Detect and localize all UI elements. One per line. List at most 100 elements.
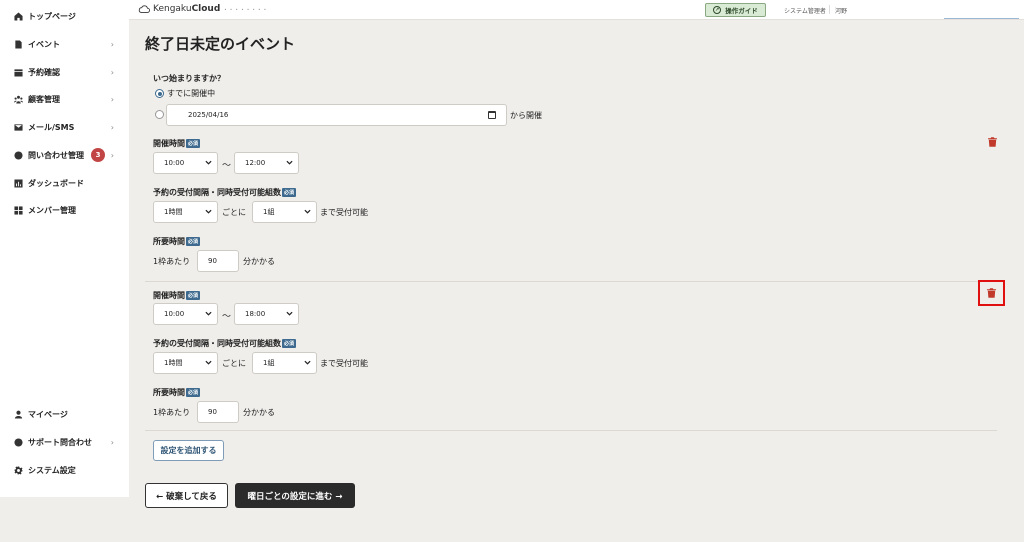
delete-block-button[interactable] [986,136,998,148]
start-question: いつ始まりますか？ [153,74,225,83]
required-badge: 必須 [282,188,297,197]
sidebar-item-event[interactable]: イベント › [14,37,122,51]
interval-select[interactable]: 1時間 [153,201,218,223]
end-time-select[interactable]: 12:00 [234,152,299,174]
start-time-select[interactable]: 10:00 [153,152,218,174]
notification-badge: 3 [91,148,105,162]
gear-icon [14,465,23,475]
hours-label: 開催時間 必須 [153,139,201,148]
chevron-down-icon [286,159,293,166]
range-tilde: 〜 [222,312,232,322]
sidebar-item-dashboard[interactable]: ダッシュボード [14,176,122,190]
home-icon [14,11,23,21]
sidebar-item-support[interactable]: サポート問合わせ › [14,435,122,449]
chevron-down-icon [304,208,311,215]
chevron-down-icon [286,310,293,317]
chat-icon [14,150,23,160]
required-badge: 必須 [186,139,201,148]
calendar-icon[interactable] [488,111,496,119]
chevron-right-icon: › [110,39,114,49]
block-divider [145,281,997,282]
sidebar-item-customers[interactable]: 顧客管理 › [14,92,122,106]
sidebar-item-label: トップページ [28,11,76,21]
document-icon [14,39,23,49]
top-header: Kengaku Cloud • • • • • • • • ↗ 操作ガイド システ… [129,0,1024,20]
chevron-right-icon: › [110,437,114,447]
until-label: まで受付可能 [320,208,368,217]
block-divider [145,430,997,431]
calendar-icon [14,68,23,77]
per-label: ごとに [222,359,246,368]
operation-guide-button[interactable]: ↗ 操作ガイド [705,3,766,17]
sidebar-item-mypage[interactable]: マイページ [14,407,122,421]
groups-value: 1組 [263,359,275,367]
sidebar-item-label: ダッシュボード [28,178,84,188]
chevron-down-icon [205,159,212,166]
duration-value: 90 [208,408,217,416]
start-time-value: 10:00 [164,159,185,167]
per-slot-label: 1枠あたり [153,408,191,417]
chart-icon [14,178,23,188]
sidebar-item-inquiry[interactable]: 問い合わせ管理 3 › [14,148,122,162]
interval-value: 1時間 [164,359,183,367]
compass-icon: ↗ [713,6,722,14]
sidebar-item-members[interactable]: メンバー管理 [14,203,122,217]
required-badge: 必須 [186,291,201,300]
chevron-right-icon: › [110,67,114,77]
highlight-box [978,280,1005,306]
range-tilde: 〜 [222,161,232,171]
discard-back-button[interactable]: ← 破棄して戻る [145,483,228,508]
delete-block-button[interactable] [986,287,998,299]
radio-already-open-label: すでに開催中 [167,89,216,98]
app-logo[interactable]: Kengaku Cloud • • • • • • • • [138,4,267,14]
sidebar-item-mail[interactable]: メール/SMS › [14,120,122,134]
chevron-down-icon [205,359,212,366]
chevron-right-icon: › [110,94,114,104]
chevron-down-icon [205,310,212,317]
sidebar-item-label: マイページ [28,409,68,419]
radio-start-date[interactable] [155,110,164,119]
groups-select[interactable]: 1組 [252,352,317,374]
duration-input[interactable]: 90 [197,401,239,423]
groups-value: 1組 [263,208,275,216]
sidebar-item-label: 予約確認 [28,67,60,77]
sidebar-bottom-space [0,497,129,542]
sidebar-item-label: 問い合わせ管理 [28,150,84,160]
takes-label: 分かかる [243,408,275,417]
user-name[interactable]: 河野 [835,6,847,15]
interval-value: 1時間 [164,208,183,216]
interval-label: 予約の受付間隔・同時受付可能組数 必須 [153,188,297,197]
sidebar-item-reservation[interactable]: 予約確認 › [14,65,122,79]
hours-label: 開催時間 必須 [153,291,201,300]
duration-input[interactable]: 90 [197,250,239,272]
sidebar-item-label: メール/SMS [28,122,75,132]
sidebar-item-top[interactable]: トップページ [14,9,122,23]
sidebar-item-label: サポート問合わせ [28,437,92,447]
radio-already-open[interactable] [155,89,164,98]
per-slot-label: 1枠あたり [153,257,191,266]
takes-label: 分かかる [243,257,275,266]
interval-select[interactable]: 1時間 [153,352,218,374]
header-underline [944,18,1019,19]
add-setting-button[interactable]: 設定を追加する [153,440,224,461]
help-icon [14,437,23,447]
header-divider [829,5,830,14]
sidebar-item-system-settings[interactable]: システム設定 [14,463,122,477]
chevron-down-icon [304,359,311,366]
users-icon [14,95,23,104]
cloud-icon [138,5,150,13]
start-time-value: 10:00 [164,310,185,318]
start-time-select[interactable]: 10:00 [153,303,218,325]
start-date-input[interactable]: 2025/04/16 [166,104,507,126]
chevron-down-icon [205,208,212,215]
groups-select[interactable]: 1組 [252,201,317,223]
end-time-select[interactable]: 18:00 [234,303,299,325]
logo-text-prefix: Kengaku [153,4,192,14]
trash-icon [987,137,997,147]
grid-icon [14,205,23,215]
proceed-weekday-settings-button[interactable]: 曜日ごとの設定に進む → [235,483,355,508]
start-date-value: 2025/04/16 [188,111,229,119]
chevron-right-icon: › [110,150,114,160]
until-label: まで受付可能 [320,359,368,368]
duration-value: 90 [208,257,217,265]
